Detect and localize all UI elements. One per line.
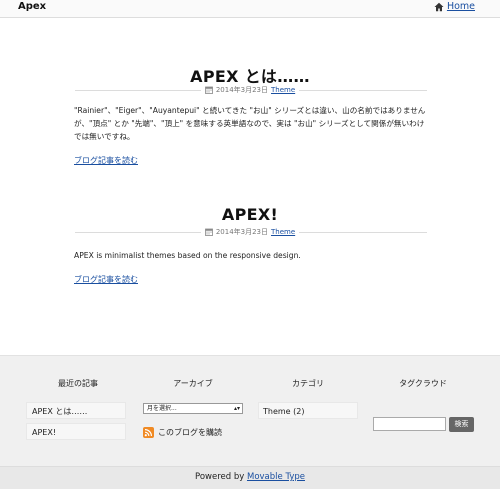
search-button[interactable]: 検索 [449,417,474,432]
post-title[interactable]: APEX とは…… [0,63,500,87]
calendar-icon [204,86,213,94]
post-date: 2014年3月23日 [215,86,269,94]
recent-entry-item[interactable]: APEX! [26,423,126,440]
post-body: "Rainier"、"Eiger"、"Auyantepui" と続いてきた "お… [74,106,426,141]
top-navbar: Apex Home [0,0,500,18]
category-item[interactable]: Theme (2) [258,402,358,419]
tagcloud-title: タグクラウド [399,379,447,388]
post-meta: 2014年3月23日 Theme [0,85,500,95]
post-meta: 2014年3月23日 Theme [0,227,500,237]
subscribe-label: このブログを購読 [158,428,222,437]
home-link[interactable]: Home [434,1,475,12]
widgets-area: 最近の記事 APEX とは…… APEX! アーカイブ 月を選択... ▴▾ こ… [0,355,500,466]
archive-title: アーカイブ [173,379,213,388]
read-more-link[interactable]: ブログ記事を読む [74,155,138,166]
post-category-link[interactable]: Theme [271,228,295,236]
post-category-link[interactable]: Theme [271,86,295,94]
search-input[interactable] [373,417,446,431]
footer-bar: Powered by Movable Type [0,466,500,489]
read-more-link[interactable]: ブログ記事を読む [74,274,138,285]
calendar-icon [204,228,213,236]
site-brand[interactable]: Apex [18,1,46,12]
recent-entry-item[interactable]: APEX とは…… [26,402,126,419]
powered-by-text: Powered by [195,472,245,482]
rss-icon [143,427,154,438]
movable-type-link[interactable]: Movable Type [247,472,305,482]
categories-title: カテゴリ [292,379,324,388]
home-link-label: Home [446,1,475,12]
chevron-down-icon: ▴▾ [233,405,240,412]
subscribe-link[interactable]: このブログを購読 [143,427,222,438]
post-body: APEX is minimalist themes based on the r… [74,251,301,260]
post-date: 2014年3月23日 [215,228,269,236]
post-title[interactable]: APEX! [0,205,500,224]
recent-entries-title: 最近の記事 [58,379,98,388]
archive-month-select[interactable]: 月を選択... ▴▾ [143,403,243,414]
archive-select-value: 月を選択... [147,405,177,412]
home-icon [434,2,444,11]
